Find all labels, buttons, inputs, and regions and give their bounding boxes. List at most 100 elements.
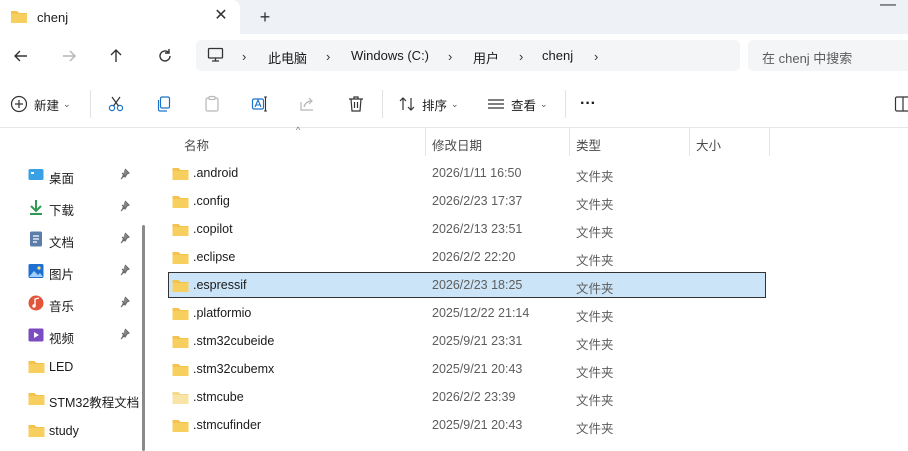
details-pane-button[interactable] bbox=[894, 92, 908, 116]
file-date: 2026/1/11 16:50 bbox=[432, 166, 522, 180]
file-row[interactable]: .stm32cubemx 2025/9/21 20:43 文件夹 bbox=[168, 356, 766, 382]
rename-button[interactable] bbox=[251, 92, 269, 116]
sidebar-item-desktop[interactable]: 桌面 bbox=[0, 161, 142, 189]
file-type: 文件夹 bbox=[576, 254, 614, 268]
search-placeholder: 在 chenj 中搜索 bbox=[762, 51, 853, 66]
more-options-button[interactable]: ··· bbox=[580, 92, 596, 116]
sidebar-item-study[interactable]: study bbox=[0, 417, 142, 445]
sidebar-item-music[interactable]: 音乐 bbox=[0, 289, 142, 317]
file-date: 2026/2/13 23:51 bbox=[432, 222, 523, 236]
file-row[interactable]: .config 2026/2/23 17:37 文件夹 bbox=[168, 188, 766, 214]
sidebar-item-led[interactable]: LED bbox=[0, 353, 142, 381]
breadcrumb-separator: › bbox=[448, 49, 453, 64]
search-input[interactable]: 在 chenj 中搜索 bbox=[748, 40, 908, 71]
file-row[interactable]: .stmcube 2026/2/2 23:39 文件夹 bbox=[168, 384, 766, 410]
sidebar-item-label: 桌面 bbox=[49, 172, 75, 186]
sidebar-item-label: LED bbox=[49, 360, 74, 374]
breadcrumb-users[interactable]: 用户 bbox=[473, 48, 499, 67]
sidebar-item-videos[interactable]: 视频 bbox=[0, 321, 142, 349]
paste-icon bbox=[205, 95, 219, 112]
refresh-icon bbox=[159, 49, 171, 62]
forward-arrow-icon bbox=[63, 50, 76, 62]
column-divider[interactable] bbox=[769, 128, 770, 156]
file-row-selected[interactable]: .espressif 2026/2/23 18:25 文件夹 bbox=[168, 272, 766, 298]
sidebar-item-downloads[interactable]: 下载 bbox=[0, 193, 142, 221]
breadcrumb-separator: › bbox=[242, 49, 247, 64]
file-row[interactable]: .copilot 2026/2/13 23:51 文件夹 bbox=[168, 216, 766, 242]
back-arrow-icon bbox=[14, 50, 27, 62]
file-name: .stmcube bbox=[193, 390, 244, 404]
copy-button[interactable] bbox=[155, 92, 173, 116]
file-type: 文件夹 bbox=[576, 422, 614, 436]
file-name: .copilot bbox=[193, 222, 233, 236]
folder-icon bbox=[172, 306, 189, 324]
sort-label: 排序 bbox=[422, 98, 448, 113]
column-header: ^ 名称 修改日期 类型 大小 bbox=[148, 125, 908, 156]
pin-icon[interactable] bbox=[118, 296, 130, 311]
copy-icon bbox=[157, 96, 171, 112]
cut-button[interactable] bbox=[107, 92, 125, 116]
file-row[interactable]: .eclipse 2026/2/2 22:20 文件夹 bbox=[168, 244, 766, 270]
folder-icon bbox=[10, 9, 28, 27]
address-bar[interactable]: › 此电脑 › Windows (C:) › 用户 › chenj › bbox=[196, 40, 740, 71]
sidebar-item-pictures[interactable]: 图片 bbox=[0, 257, 142, 285]
column-header-type[interactable]: 类型 bbox=[576, 135, 601, 154]
folder-icon bbox=[28, 359, 45, 375]
file-name: .eclipse bbox=[193, 250, 236, 264]
paste-button[interactable] bbox=[203, 92, 221, 116]
sidebar-item-stm32-docs[interactable]: STM32教程文档 bbox=[0, 385, 142, 413]
share-button[interactable] bbox=[299, 92, 317, 116]
forward-button[interactable] bbox=[57, 44, 81, 68]
file-name: .config bbox=[193, 194, 230, 208]
file-date: 2025/12/22 21:14 bbox=[432, 306, 530, 320]
sort-button[interactable]: 排序 ⌄ bbox=[398, 92, 459, 116]
new-tab-button[interactable]: + bbox=[254, 6, 276, 28]
minimize-button[interactable]: — bbox=[880, 0, 900, 13]
view-label: 查看 bbox=[511, 98, 537, 113]
file-type: 文件夹 bbox=[576, 170, 614, 184]
close-tab-button[interactable]: ✕ bbox=[212, 7, 230, 25]
tab-chenj[interactable]: chenj ✕ bbox=[0, 0, 240, 34]
column-divider[interactable] bbox=[425, 128, 426, 156]
sidebar-scrollbar[interactable] bbox=[142, 225, 145, 451]
cut-icon bbox=[108, 96, 124, 112]
view-button[interactable]: 查看 ⌄ bbox=[487, 92, 548, 116]
pin-icon[interactable] bbox=[118, 200, 130, 215]
file-date: 2025/9/21 23:31 bbox=[432, 334, 523, 348]
column-header-date[interactable]: 修改日期 bbox=[432, 135, 482, 154]
file-row[interactable]: .platformio 2025/12/22 21:14 文件夹 bbox=[168, 300, 766, 326]
up-button[interactable] bbox=[104, 44, 128, 68]
column-header-name[interactable]: 名称 bbox=[184, 135, 209, 154]
view-icon bbox=[488, 99, 504, 109]
back-button[interactable] bbox=[9, 44, 33, 68]
folder-icon bbox=[172, 166, 189, 184]
file-name: .android bbox=[193, 166, 239, 180]
folder-icon bbox=[172, 250, 189, 268]
pin-icon[interactable] bbox=[118, 328, 130, 343]
file-row[interactable]: .android 2026/1/11 16:50 文件夹 bbox=[168, 160, 766, 186]
music-icon bbox=[28, 295, 44, 311]
file-type: 文件夹 bbox=[576, 338, 614, 352]
file-row[interactable]: .stm32cubeide 2025/9/21 23:31 文件夹 bbox=[168, 328, 766, 354]
file-row[interactable]: .stmcufinder 2025/9/21 20:43 文件夹 bbox=[168, 412, 766, 438]
toolbar-divider bbox=[565, 90, 566, 118]
pin-icon[interactable] bbox=[118, 264, 130, 279]
folder-icon bbox=[172, 334, 189, 352]
new-icon bbox=[10, 95, 28, 113]
breadcrumb-separator: › bbox=[594, 49, 599, 64]
pin-icon[interactable] bbox=[118, 168, 130, 183]
file-name: .espressif bbox=[193, 278, 247, 292]
pin-icon[interactable] bbox=[118, 232, 130, 247]
breadcrumb-chenj[interactable]: chenj bbox=[542, 48, 573, 63]
folder-icon bbox=[172, 362, 189, 380]
delete-button[interactable] bbox=[347, 92, 365, 116]
breadcrumb-this-pc[interactable]: 此电脑 bbox=[268, 48, 307, 67]
refresh-button[interactable] bbox=[153, 44, 177, 68]
breadcrumb-windows-c[interactable]: Windows (C:) bbox=[351, 48, 429, 63]
column-header-size[interactable]: 大小 bbox=[696, 135, 721, 154]
column-divider[interactable] bbox=[689, 128, 690, 156]
sidebar-item-label: study bbox=[49, 424, 79, 438]
sidebar-item-documents[interactable]: 文档 bbox=[0, 225, 142, 253]
new-button[interactable]: 新建 ⌄ bbox=[10, 92, 71, 116]
column-divider[interactable] bbox=[569, 128, 570, 156]
